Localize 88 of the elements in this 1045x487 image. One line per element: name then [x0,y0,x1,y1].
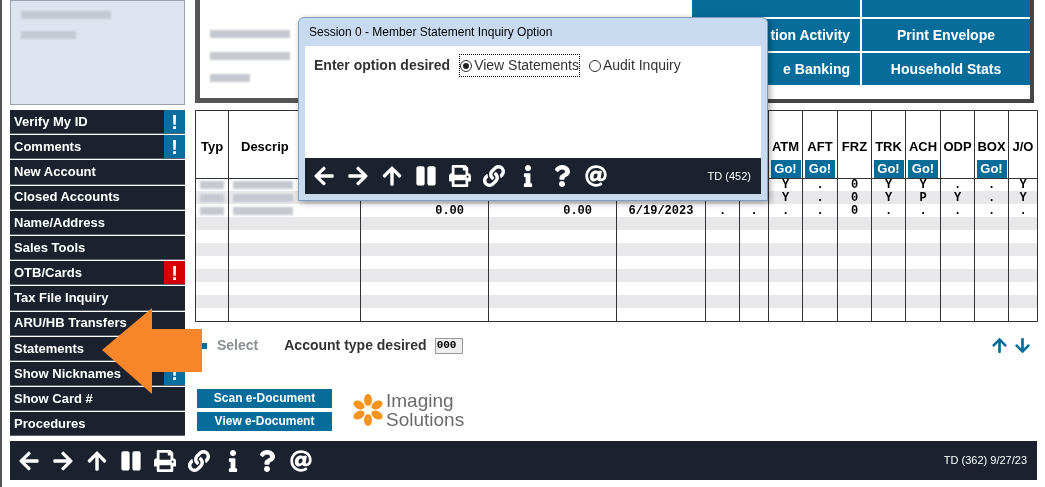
sidebar-item[interactable]: New Account [10,160,185,185]
table-cell-text: Y [918,178,928,191]
sidebar-item[interactable]: Procedures [10,412,185,437]
table-cell-text: 0 [849,204,860,217]
sidebar-item[interactable]: Name/Address [10,210,185,235]
table-cell-text: . [815,191,825,204]
alert-badge: ! [164,110,185,134]
sidebar-item[interactable]: OTB/Cards ! [10,261,185,286]
alert-badge: ! [164,135,185,159]
radio-option[interactable]: Audit Inquiry [588,55,681,76]
up-arrow-icon[interactable] [381,165,403,187]
marker-icon [202,342,207,349]
print-icon[interactable] [449,165,471,187]
quick-action-button[interactable]: Household Stats [862,53,1030,85]
account-type-label: Account type desired [284,336,427,355]
column-header: J/O [1008,110,1038,178]
quick-action-button[interactable]: Print Envelope [862,19,1030,51]
go-button[interactable]: Go! [873,159,904,178]
table-cell-text: . [952,204,963,217]
at-sign-icon[interactable] [585,165,607,187]
column-header: FRZ [837,110,872,178]
table-cell-text: P [918,191,928,204]
option-prompt: Enter option desired [314,56,451,75]
table-cell-text: . [918,204,928,217]
sidebar-item[interactable]: Sales Tools [10,235,185,261]
print-icon[interactable] [154,449,176,472]
column-header: Typ [195,110,229,178]
document-button[interactable]: View e-Document [197,411,332,431]
up-arrow-icon[interactable] [86,449,108,472]
back-arrow-icon[interactable] [18,449,40,472]
status-text: TD (452) [707,168,752,184]
table-cell-text: Y [1018,178,1028,191]
forward-arrow-icon[interactable] [347,165,369,187]
table-cell-text: 0 [849,178,860,191]
account-type-field[interactable]: 000 [434,337,463,354]
table-cell-text: Y [1018,191,1028,204]
column-header: ACH Go! [905,110,941,178]
table-cell-text: Y [780,178,791,191]
link-icon[interactable] [188,449,210,472]
go-button[interactable]: Go! [805,159,835,178]
redacted-text [210,74,250,82]
table-cell-text: 6/19/2023 [627,204,695,217]
column-header: BOX Go! [974,110,1009,178]
table-cell-text: . [815,178,825,191]
sidebar-item[interactable]: Closed Accounts [10,185,185,210]
table-cell-text: . [986,204,997,217]
radio-option[interactable]: View Statements [460,55,579,76]
table-cell-text: . [952,178,963,191]
scroll-down-icon[interactable] [1014,337,1031,354]
go-button[interactable]: Go! [908,159,938,178]
redacted-text [21,31,76,39]
table-cell-text: . [780,204,791,217]
table-cell-text: . [749,204,759,217]
table-cell-text: . [986,178,997,191]
document-button[interactable]: Scan e-Document [197,388,332,408]
table-cell-text: . [986,191,997,204]
go-button[interactable]: Go! [770,159,801,178]
column-header: TRK Go! [871,110,906,178]
sidebar-item[interactable]: Comments ! [10,135,185,160]
table-cell-text: 0.00 [434,204,465,217]
back-arrow-icon[interactable] [313,165,335,187]
column-header: AFT Go! [802,110,838,178]
status-text: TD (362) 9/27/23 [943,453,1028,469]
table-cell-text: . [815,204,825,217]
at-sign-icon[interactable] [290,449,312,472]
forward-arrow-icon[interactable] [52,449,74,472]
pause-icon[interactable] [120,449,142,472]
alert-badge: ! [164,261,185,285]
table-cell-text: . [1018,204,1028,217]
column-header: ODP [940,110,975,178]
link-icon[interactable] [483,165,505,187]
table-cell-text: Y [952,191,963,204]
table-cell-text: Y [883,191,894,204]
go-button[interactable]: Go! [976,159,1007,178]
scroll-up-icon[interactable] [991,337,1008,354]
sidebar-item[interactable]: Tax File Inquiry [10,286,185,311]
sidebar-item[interactable]: Verify My ID ! [10,110,185,135]
table-cell-text: . [883,204,894,217]
table-cell-text: Y [883,178,894,191]
table-cell-text: Y [780,191,791,204]
sidebar-item[interactable]: Show Card # [10,387,185,412]
table-cell-text: 0 [849,191,860,204]
table-cell-text: . [717,204,728,217]
pause-icon[interactable] [415,165,437,187]
asterisk-logo-icon [352,393,384,426]
dialog-title: Session 0 - Member Statement Inquiry Option [308,24,554,41]
table-cell-text: 0.00 [562,204,593,217]
logo-text: Imaging Solutions [386,390,465,429]
